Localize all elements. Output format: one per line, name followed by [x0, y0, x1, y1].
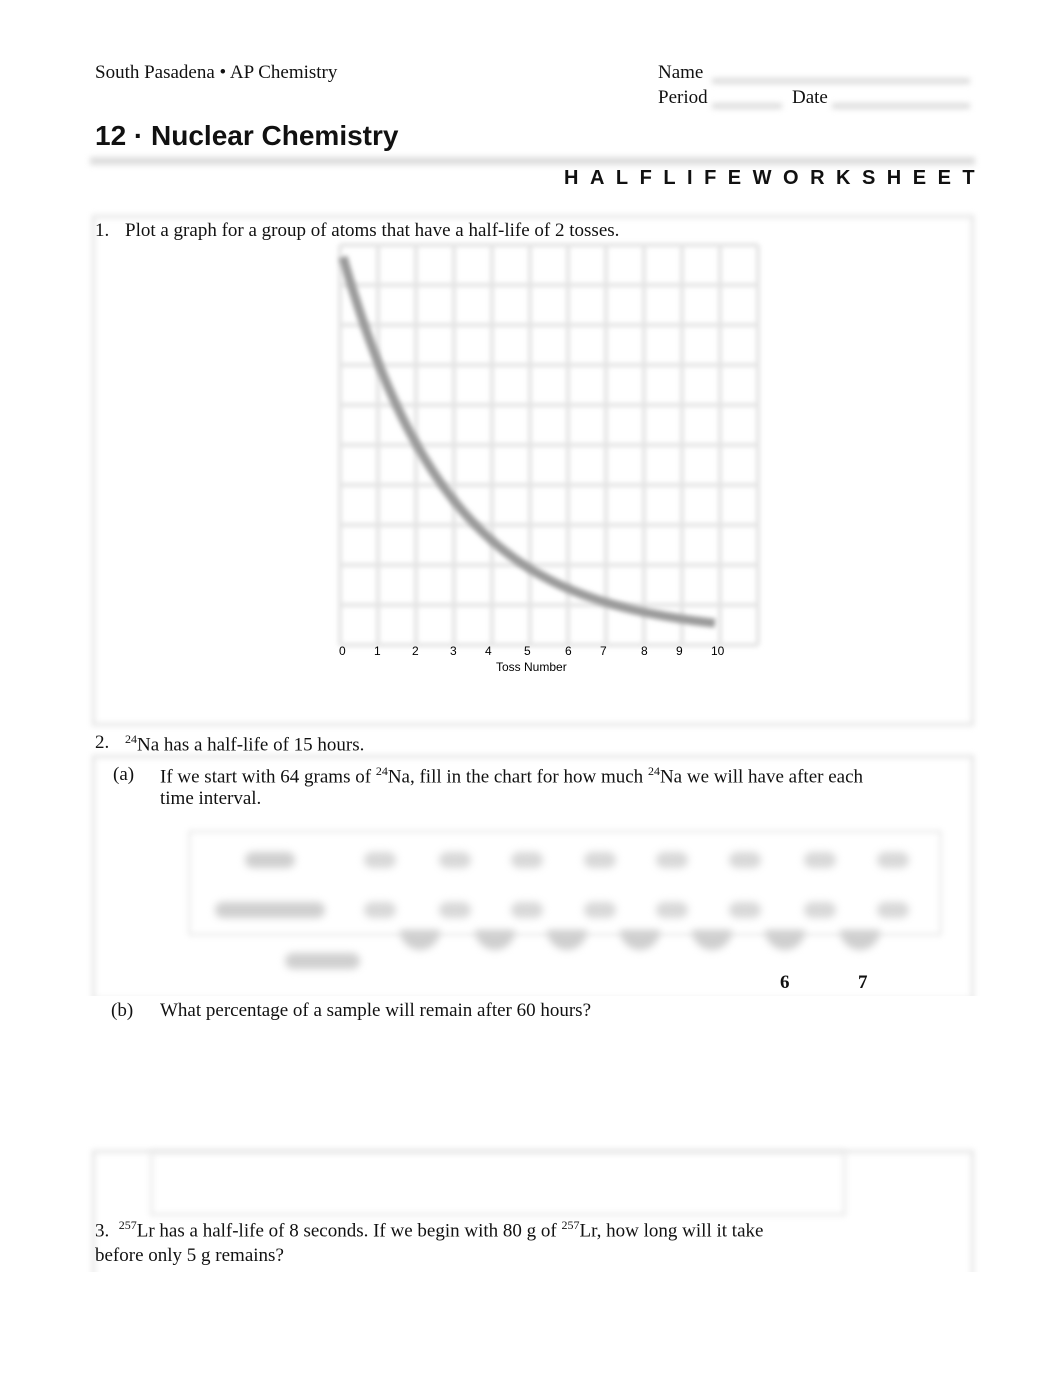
table-cell — [877, 902, 909, 918]
table-cell — [511, 902, 543, 918]
period-field[interactable] — [712, 103, 782, 109]
q2b-label: (b) — [111, 1000, 134, 1021]
x-tick-label: 7 — [600, 644, 607, 658]
date-field[interactable] — [832, 103, 970, 109]
table-cell — [804, 852, 836, 868]
x-tick-label: 0 — [339, 644, 346, 658]
table-cell — [439, 852, 471, 868]
table-cell — [656, 852, 688, 868]
q2-text: 24Na has a half-life of 15 hours. — [125, 732, 365, 756]
x-tick-label: 6 — [565, 644, 572, 658]
half-life-count-7: 7 — [858, 972, 868, 993]
x-tick-label: 3 — [450, 644, 457, 658]
x-tick-label: 2 — [412, 644, 419, 658]
q2b-answer-area — [150, 1150, 846, 1216]
table-cell — [804, 902, 836, 918]
table-row-header — [215, 902, 325, 918]
period-label: Period — [658, 87, 708, 108]
school-label: South Pasadena • AP Chemistry — [95, 62, 338, 83]
x-axis-label: Toss Number — [496, 660, 567, 674]
table-cell — [584, 902, 616, 918]
table-cell — [364, 902, 396, 918]
half-life-graph: 0 1 2 3 4 5 6 7 8 9 10 Toss Number — [338, 243, 760, 674]
table-cell — [656, 902, 688, 918]
x-tick-label: 4 — [485, 644, 492, 658]
worksheet-page: South Pasadena • AP Chemistry Name Perio… — [0, 0, 1062, 1377]
page-title: 12 · Nuclear Chemistry — [95, 120, 399, 151]
table-cell — [877, 852, 909, 868]
date-label: Date — [792, 87, 828, 108]
half-lives-label — [285, 953, 360, 969]
na-decay-table — [188, 830, 942, 936]
table-cell — [729, 902, 761, 918]
table-cell — [729, 852, 761, 868]
x-tick-label: 1 — [374, 644, 381, 658]
q3-text-cont: before only 5 g remains? — [95, 1245, 284, 1266]
name-label: Name — [658, 62, 704, 83]
q3-text: 3. 257Lr has a half-life of 8 seconds. I… — [95, 1218, 764, 1242]
q2a-text-cont: time interval. — [160, 788, 262, 809]
worksheet-subtitle: HALFLIFEWORKSHEET — [564, 167, 987, 189]
table-cell — [364, 852, 396, 868]
x-tick-label: 10 — [711, 644, 725, 658]
q2a-label: (a) — [113, 764, 135, 785]
q2a-text: If we start with 64 grams of 24Na, fill … — [160, 764, 864, 788]
x-tick-label: 8 — [641, 644, 648, 658]
divider — [90, 157, 975, 165]
table-cell — [439, 902, 471, 918]
table-cell — [511, 852, 543, 868]
name-field[interactable] — [712, 78, 970, 84]
table-cell — [584, 852, 616, 868]
table-row-header — [245, 852, 295, 868]
x-tick-label: 5 — [524, 644, 531, 658]
q2b-text: What percentage of a sample will remain … — [160, 1000, 592, 1021]
q2-number: 2. — [95, 732, 110, 753]
q1-number: 1. — [95, 220, 110, 241]
x-tick-label: 9 — [676, 644, 683, 658]
half-life-count-6: 6 — [780, 972, 790, 993]
